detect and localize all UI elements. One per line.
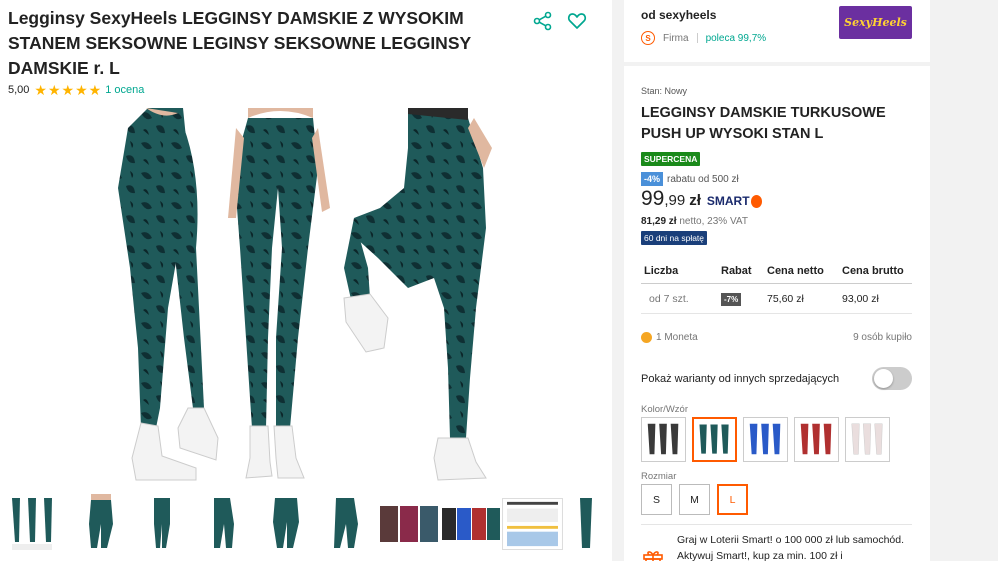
star-icon: ★	[88, 82, 102, 98]
thumbnail-image[interactable]	[263, 494, 311, 554]
variant-option[interactable]	[641, 417, 686, 462]
divider	[696, 33, 698, 43]
variant-option[interactable]	[743, 417, 788, 462]
discount-info: -4% rabatu od 500 zł	[641, 172, 739, 186]
product-gallery-panel: Legginsy SexyHeels LEGGINSY DAMSKIE Z WY…	[0, 0, 612, 561]
thumbnail-image[interactable]	[77, 494, 125, 554]
variant-selector	[641, 417, 890, 462]
size-label: Rozmiar	[641, 471, 677, 482]
price-currency: zł	[689, 192, 701, 209]
offer-title: LEGGINSY DAMSKIE TURKUSOWE PUSH UP WYSOK…	[641, 105, 886, 142]
column-header: Rabat	[721, 264, 752, 277]
netto-value: 81,29 zł	[641, 216, 677, 227]
product-title: Legginsy SexyHeels LEGGINSY DAMSKIE Z WY…	[8, 8, 471, 78]
offer-card: Stan: Nowy LEGGINSY DAMSKIE TURKUSOWE PU…	[624, 66, 930, 561]
coin-icon	[641, 332, 652, 343]
smart-label: SMART	[706, 194, 750, 208]
smart-logo: SMART	[707, 194, 762, 208]
price-cents: ,99	[664, 192, 686, 209]
other-sellers-row: Pokaż warianty od innych sprzedających	[641, 367, 912, 390]
size-selector: S M L	[641, 484, 748, 515]
size-option-s[interactable]: S	[641, 484, 672, 515]
thumbnail-image[interactable]	[324, 494, 372, 554]
product-actions	[532, 10, 588, 32]
rating-count-link[interactable]: 1 ocena	[105, 84, 144, 96]
price: 99 ,99 zł SMART	[641, 187, 762, 211]
thumbnail-image[interactable]	[441, 506, 501, 542]
seller-type: Firma	[663, 32, 689, 44]
other-sellers-toggle[interactable]	[872, 367, 912, 390]
seller-card: od sexyheels S Firma poleca 99,7% SexyHe…	[624, 0, 930, 62]
condition-label: Stan: Nowy	[641, 86, 688, 96]
price-main: 99	[641, 187, 665, 210]
star-icon: ★	[34, 82, 47, 98]
coins-label: 1 Moneta	[656, 332, 698, 343]
netto-text: netto, 23% VAT	[679, 216, 748, 227]
seller-meta: S Firma poleca 99,7%	[641, 31, 766, 45]
heart-icon[interactable]	[566, 10, 588, 32]
thumbnail-image[interactable]	[379, 504, 439, 544]
thumbnail-image[interactable]	[200, 494, 248, 554]
offer-panel: od sexyheels S Firma poleca 99,7% SexyHe…	[624, 0, 930, 561]
table-row: od 7 szt. -7% 75,60 zł 93,00 zł	[641, 284, 912, 314]
table-cell-netto: 75,60 zł	[767, 292, 804, 305]
smart-bolt-icon	[750, 194, 762, 208]
size-option-l[interactable]: L	[717, 484, 748, 515]
smart-badge-icon: S	[641, 31, 655, 45]
pay-later-badge[interactable]: 60 dni na spłatę	[641, 231, 708, 245]
table-header: Liczba Rabat Cena netto Cena brutto	[641, 258, 912, 284]
divider	[641, 524, 912, 525]
star-icon: ★	[61, 82, 75, 98]
star-icon: ★	[47, 82, 61, 98]
rating-summary: 5,00 ★ ★ ★ ★ ★ 1 ocena	[8, 83, 144, 97]
discount-badge: -4%	[641, 172, 664, 186]
gift-icon	[641, 546, 665, 561]
thumbnail-image[interactable]	[578, 494, 594, 554]
netto-price: 81,29 zł netto, 23% VAT	[641, 216, 748, 227]
size-option-m[interactable]: M	[679, 484, 710, 515]
star-icon: ★	[75, 82, 88, 98]
variant-label: Kolor/Wzór	[641, 404, 688, 415]
seller-recommend[interactable]: poleca 99,7%	[706, 33, 767, 44]
main-product-image[interactable]	[108, 108, 492, 492]
variant-option[interactable]	[794, 417, 839, 462]
rating-stars: ★ ★ ★ ★ ★	[34, 83, 101, 97]
variant-option[interactable]	[692, 417, 737, 462]
table-cell-brutto: 93,00 zł	[842, 292, 879, 305]
bought-count: 9 osób kupiło	[853, 332, 912, 343]
column-header: Liczba	[644, 264, 679, 277]
seller-logo[interactable]: SexyHeels	[839, 6, 912, 39]
table-cell-qty: od 7 szt.	[649, 292, 689, 305]
variant-option[interactable]	[845, 417, 890, 462]
other-sellers-label: Pokaż warianty od innych sprzedających	[641, 372, 840, 385]
coins-row: 1 Moneta 9 osób kupiło	[641, 332, 912, 343]
column-header: Cena brutto	[842, 264, 904, 277]
share-icon[interactable]	[532, 10, 554, 32]
rabat-badge: -7%	[721, 292, 742, 306]
table-cell-rabat: -7%	[721, 292, 767, 306]
coins-info: 1 Moneta	[641, 332, 698, 343]
quantity-discount-table: Liczba Rabat Cena netto Cena brutto od 7…	[641, 258, 912, 314]
thumbnail-strip	[0, 494, 612, 556]
seller-name-link[interactable]: od sexyheels	[641, 8, 716, 22]
supercena-badge: SUPERCENA	[641, 152, 701, 166]
discount-text: rabatu od 500 zł	[667, 173, 739, 185]
rating-value: 5,00	[8, 84, 30, 96]
column-header: Cena netto	[767, 264, 824, 277]
thumbnail-image[interactable]	[8, 494, 56, 554]
thumbnail-image[interactable]	[502, 498, 563, 550]
lottery-text: Graj w Loterii Smart! o 100 000 zł lub s…	[677, 534, 905, 561]
lottery-promo: Graj w Loterii Smart! o 100 000 zł lub s…	[641, 532, 912, 561]
thumbnail-image[interactable]	[138, 494, 186, 554]
